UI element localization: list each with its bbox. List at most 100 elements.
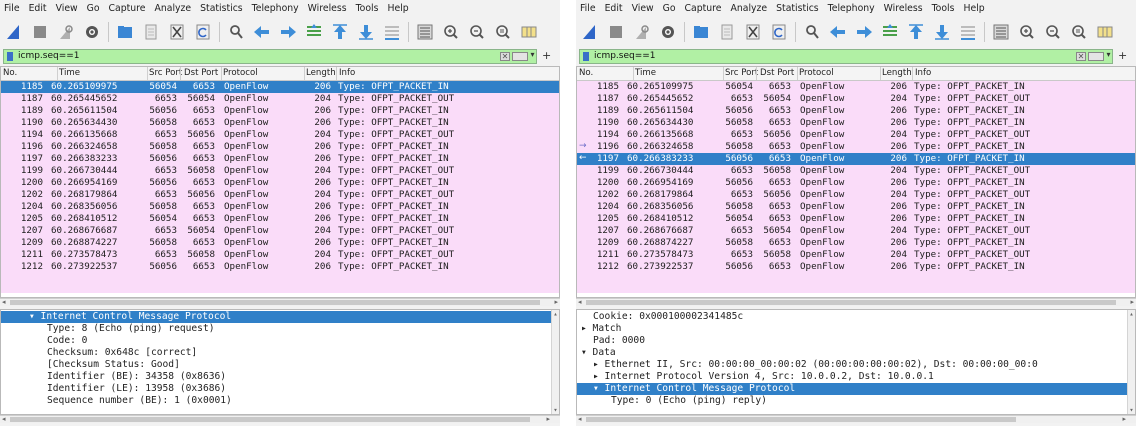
zoom-normal-button[interactable] [1069,22,1089,42]
packet-row[interactable]: 1202 60.268179864 6653 56056 OpenFlow 204 Type… [577,189,1135,201]
filter-dropdown-icon[interactable]: ▾ [528,50,537,63]
menu-item-file[interactable]: File [4,3,20,14]
close-file-button[interactable] [743,22,763,42]
file-button[interactable] [717,22,737,42]
menu-item-telephony[interactable]: Telephony [252,3,299,14]
packet-row[interactable]: 1209 60.268874227 56058 6653 OpenFlow 206 Type… [1,237,559,249]
scroll-right-icon[interactable]: ▸ [1130,299,1134,306]
go-last-button[interactable] [356,22,376,42]
scroll-down-icon[interactable]: ▾ [552,406,559,414]
packet-row[interactable]: 1189 60.265611504 56056 6653 OpenFlow 206 Type… [1,105,559,117]
open-folder-button[interactable] [115,22,135,42]
restart-fin-button[interactable] [56,22,76,42]
packet-row[interactable]: 1212 60.273922537 56056 6653 OpenFlow 206 Type… [1,261,559,273]
go-to-packet-button[interactable] [304,22,324,42]
detail-tree-item[interactable]: Identifier (LE): 13958 (0x3686) [1,383,559,395]
filter-bookmark-icon[interactable] [7,52,13,61]
menu-item-telephony[interactable]: Telephony [828,3,875,14]
column-divider[interactable] [723,67,724,80]
packet-row[interactable]: 1197 60.266383233 56056 6653 OpenFlow 206 Type… [1,153,559,165]
shark-fin-start-button[interactable] [4,22,24,42]
filter-clear-icon[interactable]: ✕ [500,52,510,61]
detail-tree-item[interactable]: ▾ Internet Control Message Protocol [577,383,1135,395]
menu-item-capture[interactable]: Capture [685,3,722,14]
hscroll-thumb[interactable] [10,417,530,422]
column-divider[interactable] [304,67,305,80]
reload-button[interactable] [769,22,789,42]
menu-item-go[interactable]: Go [663,3,676,14]
go-first-button[interactable] [906,22,926,42]
packet-list[interactable]: No. Time Src Port Dst Port Protocol Length Inf… [0,66,560,298]
column-divider[interactable] [57,67,58,80]
resize-columns-button[interactable] [1095,22,1115,42]
column-header-time[interactable]: Time [59,68,80,78]
find-magnifier-button[interactable] [226,22,246,42]
detail-tree-item[interactable]: Checksum: 0x648c [correct] [1,347,559,359]
menu-item-view[interactable]: View [56,3,78,14]
packet-row[interactable]: 1200 60.266954169 56056 6653 OpenFlow 206 Type… [1,177,559,189]
scroll-right-icon[interactable]: ▸ [554,299,558,306]
column-header-info[interactable]: Info [339,68,355,78]
packet-row[interactable]: 1187 60.265445652 6653 56054 OpenFlow 204 Type… [1,93,559,105]
go-back-arrow-button[interactable] [828,22,848,42]
menu-item-help[interactable]: Help [963,3,984,14]
detail-tree-item[interactable]: Type: 0 (Echo (ping) reply) [577,395,1135,407]
filter-apply-icon[interactable] [1088,52,1104,61]
packet-row[interactable]: 1187 60.265445652 6653 56054 OpenFlow 204 Type… [577,93,1135,105]
packet-row[interactable]: 1190 60.265634430 56058 6653 OpenFlow 206 Type… [577,117,1135,129]
packet-list-hscrollbar[interactable]: ◂ ▸ [576,298,1136,306]
detail-tree-item[interactable]: Code: 0 [1,335,559,347]
menu-item-statistics[interactable]: Statistics [776,3,819,14]
scroll-right-icon[interactable]: ▸ [546,416,550,423]
menu-item-edit[interactable]: Edit [29,3,47,14]
options-gear-button[interactable] [658,22,678,42]
packet-row[interactable]: 1185 60.265109975 56054 6653 OpenFlow 206 Type… [1,81,559,93]
column-divider[interactable] [336,67,337,80]
column-divider[interactable] [880,67,881,80]
stop-square-button[interactable] [606,22,626,42]
column-divider[interactable] [221,67,222,80]
detail-tree-item[interactable]: Type: 8 (Echo (ping) request) [1,323,559,335]
add-filter-button-icon[interactable]: + [1118,49,1127,62]
menu-item-edit[interactable]: Edit [605,3,623,14]
detail-tree-item[interactable]: ▾ Internet Control Message Protocol [1,311,559,323]
scroll-up-icon[interactable]: ▴ [1128,310,1135,318]
menu-item-wireless[interactable]: Wireless [308,3,347,14]
zoom-out-button[interactable] [1043,22,1063,42]
menu-item-view[interactable]: View [632,3,654,14]
column-header-length[interactable]: Length [882,68,912,78]
details-vscrollbar[interactable]: ▴ ▾ [551,310,559,414]
packet-row[interactable]: 1211 60.273578473 6653 56058 OpenFlow 204 Type… [1,249,559,261]
packet-row[interactable]: 1185 60.265109975 56054 6653 OpenFlow 206 Type… [577,81,1135,93]
go-first-button[interactable] [330,22,350,42]
column-divider[interactable] [147,67,148,80]
packet-row[interactable]: 1190 60.265634430 56058 6653 OpenFlow 206 Type… [1,117,559,129]
packet-row[interactable]: 1189 60.265611504 56056 6653 OpenFlow 206 Type… [577,105,1135,117]
packet-row[interactable]: 1205 60.268410512 56054 6653 OpenFlow 206 Type… [1,213,559,225]
detail-tree-item[interactable]: [Checksum Status: Good] [1,359,559,371]
packet-row[interactable]: 1194 60.266135668 6653 56056 OpenFlow 204 Type… [1,129,559,141]
scroll-down-icon[interactable]: ▾ [1128,406,1135,414]
add-filter-button-icon[interactable]: + [542,49,551,62]
display-filter-input[interactable]: icmp.seq==1 ✕ ▾ [579,49,1113,64]
colorize-button[interactable] [991,22,1011,42]
display-filter-input[interactable]: icmp.seq==1 ✕ ▾ [3,49,537,64]
detail-tree-item[interactable]: ▾ Data [577,347,1135,359]
filter-clear-icon[interactable]: ✕ [1076,52,1086,61]
column-header-length[interactable]: Length [306,68,336,78]
column-divider[interactable] [633,67,634,80]
detail-tree-item[interactable]: ▸ Match [577,323,1135,335]
filter-bookmark-icon[interactable] [583,52,589,61]
column-divider[interactable] [756,67,757,80]
options-gear-button[interactable] [82,22,102,42]
column-header-src-port[interactable]: Src Port [149,68,182,78]
packet-row[interactable]: 1197 60.266383233 56056 6653 OpenFlow 206 Type… [577,153,1135,165]
column-header-dst-port[interactable]: Dst Port [184,68,218,78]
column-divider[interactable] [797,67,798,80]
detail-tree-item[interactable]: Cookie: 0x000100002341485c [577,311,1135,323]
menu-item-tools[interactable]: Tools [932,3,955,14]
column-header-no[interactable]: No. [3,68,17,78]
go-forward-arrow-button[interactable] [854,22,874,42]
scroll-right-icon[interactable]: ▸ [1122,416,1126,423]
colorize-button[interactable] [415,22,435,42]
